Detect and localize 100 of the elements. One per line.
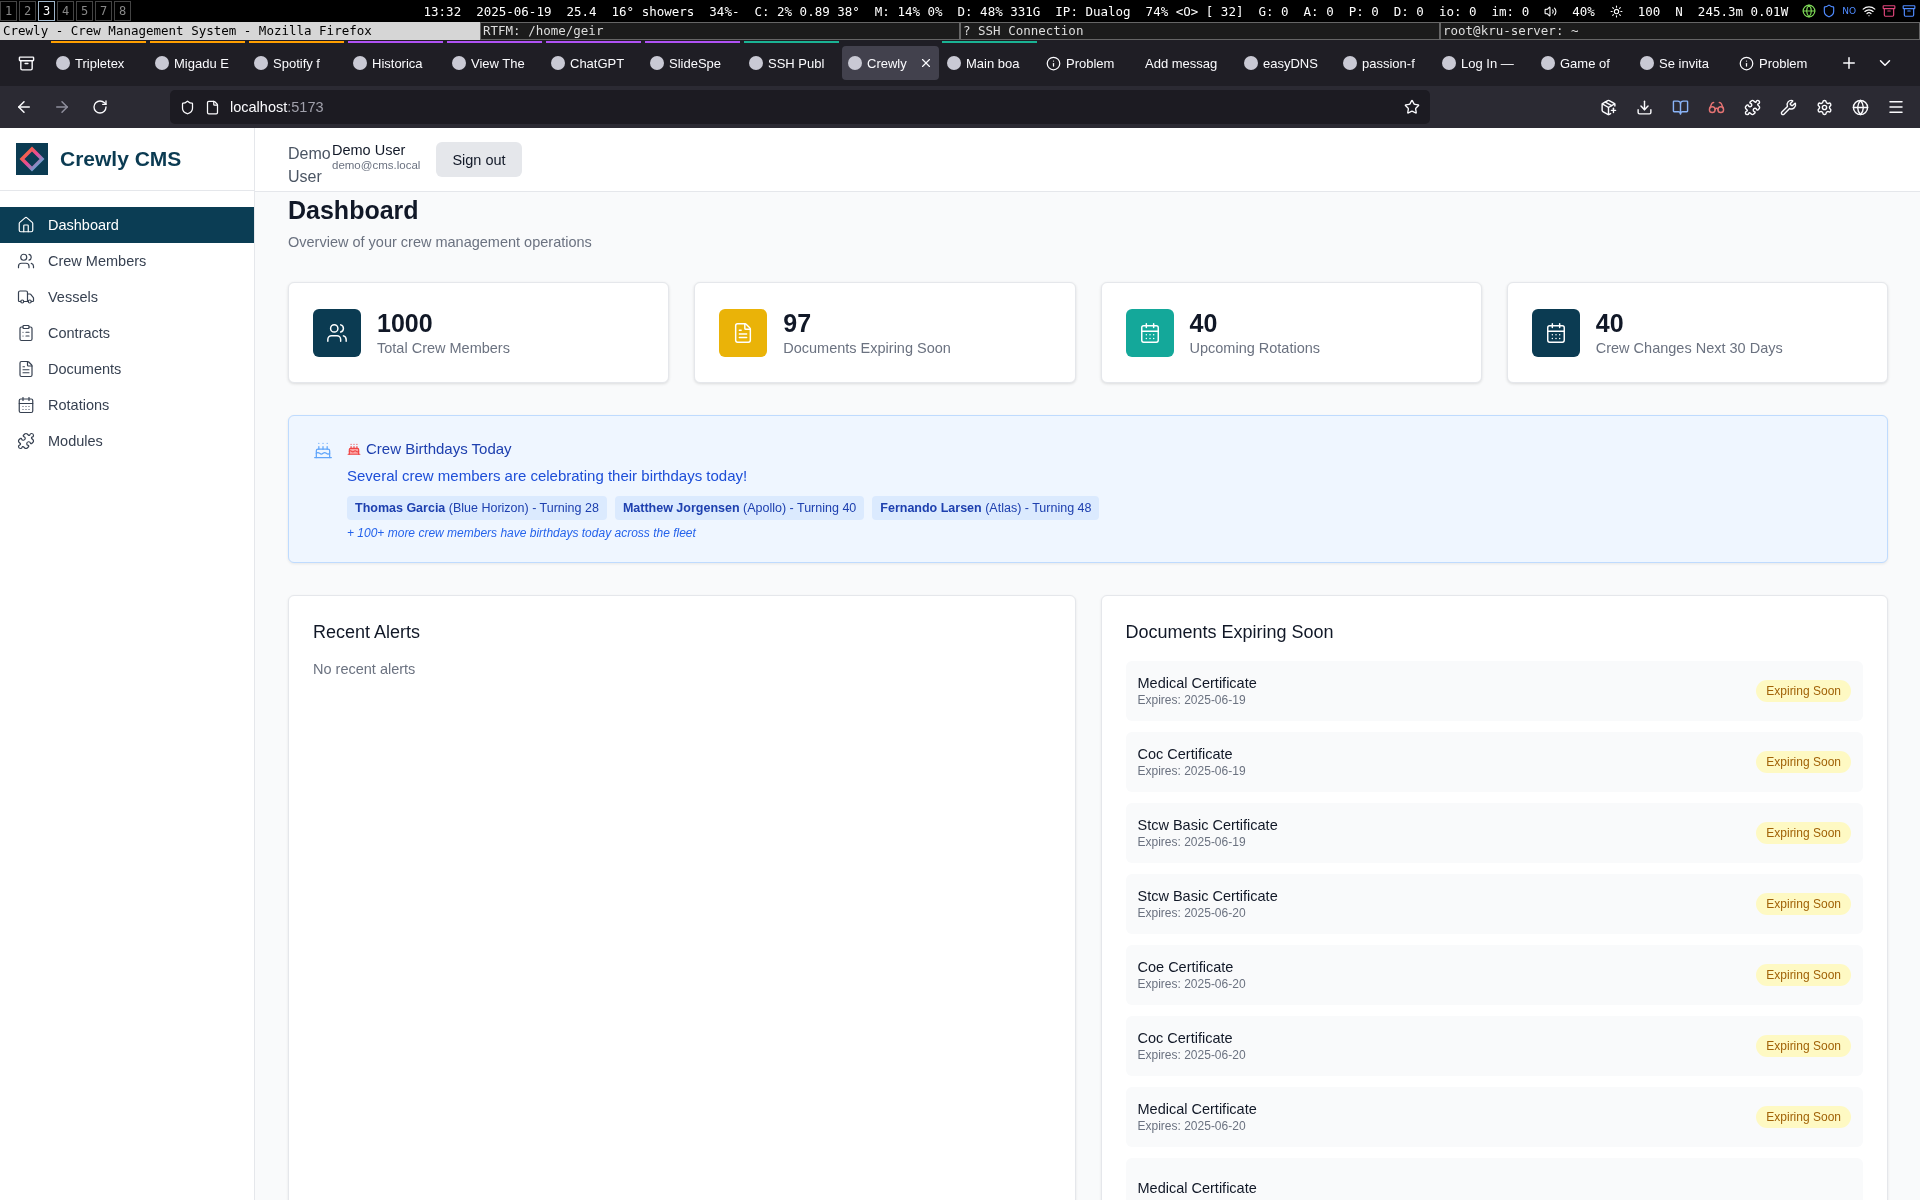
status-badge: Expiring Soon bbox=[1756, 1106, 1851, 1128]
sidebar-item[interactable]: Modules bbox=[0, 423, 254, 459]
status-text: C: 2% 0.89 38° bbox=[754, 3, 860, 19]
browser-tab[interactable]: Main boa bbox=[941, 46, 1038, 80]
brightness-icon bbox=[1609, 4, 1623, 18]
stat-value: 40 bbox=[1595, 309, 1625, 338]
sidebar-item[interactable]: Documents bbox=[0, 351, 254, 387]
browser-tab[interactable]: Spotify f bbox=[248, 46, 345, 80]
shield-icon[interactable] bbox=[1822, 4, 1837, 18]
favicon-icon bbox=[1442, 56, 1456, 70]
browser-tab[interactable]: SlideSpe bbox=[644, 46, 741, 80]
favicon-icon bbox=[947, 56, 961, 70]
document-name: Medical Certificate bbox=[1137, 1180, 1257, 1196]
status-text: 100 bbox=[1637, 3, 1661, 19]
stat-label: Upcoming Rotations bbox=[1189, 340, 1321, 356]
favicon-icon bbox=[353, 56, 367, 70]
browser-tab[interactable]: Se invita bbox=[1634, 46, 1731, 80]
status-text: im: 0 bbox=[1491, 3, 1530, 19]
browser-tab[interactable]: easyDNS bbox=[1238, 46, 1335, 80]
workspace-button[interactable]: 7 bbox=[95, 1, 112, 21]
user-name: Demo User bbox=[332, 142, 407, 158]
sidebar-item[interactable]: Contracts bbox=[0, 315, 254, 351]
favicon-icon bbox=[1244, 56, 1258, 70]
favicon-icon bbox=[56, 56, 70, 70]
window-title[interactable]: root@kru-server: ~ bbox=[1440, 22, 1920, 40]
workspace-button[interactable]: 8 bbox=[114, 1, 131, 21]
sidebar-item[interactable]: Crew Members bbox=[0, 243, 254, 279]
bookmark-star-icon[interactable] bbox=[1404, 99, 1420, 115]
document-row[interactable]: Stcw Basic Certificate Expires: 2025-06-19 Expiring Soon bbox=[1125, 803, 1863, 863]
document-row[interactable]: Stcw Basic Certificate Expires: 2025-06-20 Expiring Soon bbox=[1125, 874, 1863, 934]
status-text: A: 0 bbox=[1303, 3, 1334, 19]
status-text: 74% <O> [ 32] bbox=[1145, 3, 1244, 19]
arrow-right-icon bbox=[53, 98, 71, 116]
browser-tab[interactable]: View The bbox=[446, 46, 543, 80]
settings-icon bbox=[1815, 98, 1833, 116]
browser-tab[interactable]: Log In — bbox=[1436, 46, 1533, 80]
workspace-button[interactable]: 3 bbox=[38, 1, 55, 21]
page-title: Dashboard bbox=[288, 196, 420, 225]
browser-tab[interactable]: passion-f bbox=[1337, 46, 1434, 80]
birthday-title: Crew Birthdays Today bbox=[366, 440, 512, 457]
workspace-button[interactable]: 2 bbox=[19, 1, 36, 21]
stat-label: Crew Changes Next 30 Days bbox=[1595, 340, 1783, 356]
favicon-icon bbox=[1343, 56, 1357, 70]
document-row[interactable]: Medical Certificate Expires: 2025-06-20 Expiring Soon bbox=[1125, 1087, 1863, 1147]
document-row[interactable]: Medical Certificate Expires: 2025-06-19 Expiring Soon bbox=[1125, 661, 1863, 721]
cake-icon bbox=[313, 440, 333, 460]
birthday-message: Several crew members are celebrating their birthdays today! bbox=[347, 467, 749, 484]
window-title[interactable]: ? SSH Connection bbox=[960, 22, 1440, 40]
tray-icon[interactable] bbox=[1902, 4, 1916, 18]
status-text: D: 0 bbox=[1393, 3, 1424, 19]
globe-icon bbox=[1851, 98, 1869, 116]
empty-message: No recent alerts bbox=[313, 661, 417, 677]
birthday-tag: Thomas Garcia (Blue Horizon) - Turning 28 bbox=[347, 496, 607, 520]
browser-tab[interactable]: Migadu E bbox=[149, 46, 246, 80]
address-bar[interactable]: localhost:5173 bbox=[170, 90, 1430, 124]
window-title[interactable]: RTFM: /home/geir bbox=[480, 22, 960, 40]
wifi-icon[interactable] bbox=[1862, 4, 1876, 18]
document-row[interactable]: Medical Certificate bbox=[1125, 1158, 1863, 1200]
browser-tab[interactable]: Crewly bbox=[842, 46, 939, 80]
favicon-icon bbox=[749, 56, 763, 70]
favicon-icon bbox=[1640, 56, 1654, 70]
status-text: P: 0 bbox=[1348, 3, 1379, 19]
tray-icon[interactable] bbox=[1882, 4, 1896, 18]
info-icon bbox=[1739, 55, 1754, 71]
status-text: 2025-06-19 bbox=[476, 3, 552, 19]
tray-icon[interactable] bbox=[1802, 4, 1817, 18]
sidebar-item[interactable]: Rotations bbox=[0, 387, 254, 423]
status-text: 25.4 bbox=[566, 3, 597, 19]
document-name: Medical Certificate bbox=[1137, 1101, 1257, 1117]
workspace-button[interactable]: 1 bbox=[0, 1, 17, 21]
document-name: Stcw Basic Certificate bbox=[1137, 817, 1278, 833]
book-icon bbox=[1671, 98, 1689, 116]
sign-out-button[interactable]: Sign out bbox=[436, 142, 522, 177]
document-name: Coc Certificate bbox=[1137, 1030, 1234, 1046]
browser-tab[interactable]: Problem bbox=[1733, 46, 1830, 80]
home-icon bbox=[17, 216, 35, 234]
status-text: G: 0 bbox=[1258, 3, 1289, 19]
reload-icon bbox=[92, 99, 108, 115]
close-icon[interactable] bbox=[919, 56, 933, 70]
browser-tab[interactable]: Historica bbox=[347, 46, 444, 80]
sidebar-item[interactable]: Vessels bbox=[0, 279, 254, 315]
browser-tab[interactable]: Game of bbox=[1535, 46, 1632, 80]
document-row[interactable]: Coc Certificate Expires: 2025-06-20 Expiring Soon bbox=[1125, 1016, 1863, 1076]
brand-name: Crewly CMS bbox=[60, 147, 182, 171]
status-badge: Expiring Soon bbox=[1756, 893, 1851, 915]
browser-tab[interactable]: ChatGPT bbox=[545, 46, 642, 80]
window-title[interactable]: Crewly - Crew Management System - Mozilla Firefox bbox=[0, 22, 480, 40]
browser-tab[interactable]: Add messag bbox=[1139, 46, 1236, 80]
browser-tab[interactable]: Problem bbox=[1040, 46, 1137, 80]
document-row[interactable]: Coc Certificate Expires: 2025-06-19 Expiring Soon bbox=[1125, 732, 1863, 792]
workspace-button[interactable]: 4 bbox=[57, 1, 74, 21]
favicon-icon bbox=[452, 56, 466, 70]
sidebar-item[interactable]: Dashboard bbox=[0, 207, 254, 243]
browser-tab[interactable]: SSH Publ bbox=[743, 46, 840, 80]
document-row[interactable]: Coe Certificate Expires: 2025-06-20 Expiring Soon bbox=[1125, 945, 1863, 1005]
workspace-button[interactable]: 5 bbox=[76, 1, 93, 21]
browser-tab[interactable]: Tripletex bbox=[50, 46, 147, 80]
status-text: 34%- bbox=[709, 3, 740, 19]
truck-icon bbox=[17, 288, 35, 306]
favicon-icon bbox=[1541, 56, 1555, 70]
